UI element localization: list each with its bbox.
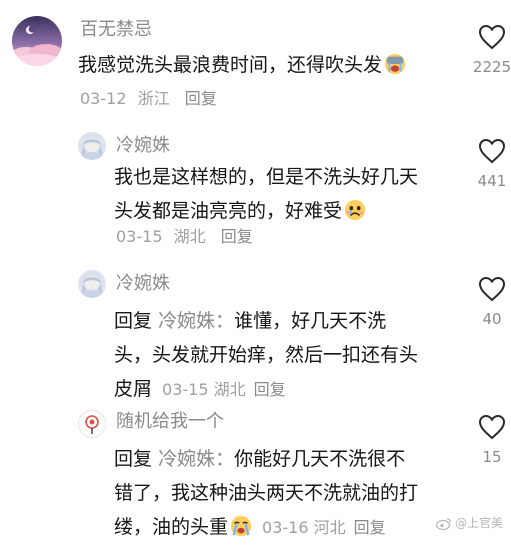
reply-item: 冷婉姝 我也是这样想的，但是不洗头好几天 头发都是油亮亮的，好难受 03-15 … [0, 120, 511, 260]
crying-emoji-icon [230, 515, 252, 537]
like-count: 2225 [472, 58, 511, 76]
mention[interactable]: 冷婉姝： [158, 448, 234, 470]
comment-date: 03-15 [162, 380, 209, 399]
comment-item: 百无禁忌 我感觉洗头最浪费时间，还得吹头发 03-12 浙江 回复 2225 [0, 0, 511, 120]
heart-icon [478, 138, 506, 164]
comment-text: 我感觉洗头最浪费时间，还得吹头发 [78, 48, 406, 82]
comment-line: 我也是这样想的，但是不洗头好几天 [114, 166, 419, 188]
reply-prefix: 回复 [114, 310, 153, 332]
comment-date: 03-16 [262, 518, 309, 537]
comment-location: 河北 [313, 518, 346, 537]
mention[interactable]: 冷婉姝： [158, 310, 234, 332]
like-button[interactable]: 15 [466, 414, 511, 466]
like-count: 15 [482, 448, 502, 466]
username[interactable]: 百无禁忌 [80, 18, 152, 42]
reply-button[interactable]: 回复 [221, 227, 253, 246]
avatar[interactable] [78, 410, 106, 438]
heart-icon [478, 414, 506, 440]
reply-button[interactable]: 回复 [254, 380, 286, 399]
comment-location: 浙江 [137, 89, 170, 108]
comment-line: 缕，油的头重 [114, 516, 229, 538]
comment-line: 谁懂，好几天不洗 [234, 310, 387, 332]
reply-item: 随机给我一个 回复 冷婉姝：你能好几天不洗很不 错了，我这种油头两天不洗就油的打… [0, 400, 511, 538]
like-button[interactable]: 40 [466, 276, 511, 328]
like-count: 40 [482, 310, 502, 328]
comment-date: 03-12 [80, 89, 127, 108]
comment-text: 回复 冷婉姝：谁懂，好几天不洗 头，头发就开始痒，然后一扣还有头 皮屑 03-15… [114, 304, 418, 407]
comment-line: 你能好几天不洗很不 [234, 448, 406, 470]
comment-line: 头，头发就开始痒，然后一扣还有头 [114, 344, 419, 366]
username[interactable]: 随机给我一个 [116, 410, 224, 434]
crying-emoji-icon [384, 53, 406, 75]
comment-text: 回复 冷婉姝：你能好几天不洗很不 错了，我这种油头两天不洗就油的打 缕，油的头重… [114, 442, 418, 545]
comment-meta: 03-15 湖北 回复 [116, 226, 253, 248]
like-button[interactable]: 441 [466, 138, 511, 190]
comment-text: 我也是这样想的，但是不洗头好几天 头发都是油亮亮的，好难受 [114, 160, 418, 228]
comment-date: 03-15 [116, 227, 163, 246]
avatar[interactable] [78, 132, 106, 160]
reply-prefix: 回复 [114, 448, 153, 470]
comment-location: 湖北 [173, 227, 206, 246]
comment-line: 皮屑 [114, 378, 153, 400]
reply-item: 冷婉姝 回复 冷婉姝：谁懂，好几天不洗 头，头发就开始痒，然后一扣还有头 皮屑 0… [0, 260, 511, 400]
reply-button[interactable]: 回复 [354, 518, 386, 537]
heart-icon [478, 276, 506, 302]
weibo-logo-icon [435, 518, 452, 530]
comment-location: 湖北 [213, 380, 246, 399]
avatar[interactable] [12, 16, 62, 66]
comment-line: 头发都是油亮亮的，好难受 [114, 200, 343, 222]
sad-emoji-icon [344, 199, 366, 221]
username[interactable]: 冷婉姝 [116, 134, 170, 158]
username[interactable]: 冷婉姝 [116, 272, 170, 296]
comment-line: 错了，我这种油头两天不洗就油的打 [114, 482, 419, 504]
reply-button[interactable]: 回复 [185, 89, 217, 108]
like-count: 441 [477, 172, 507, 190]
comment-line: 我感觉洗头最浪费时间，还得吹头发 [78, 54, 383, 76]
heart-icon [478, 24, 506, 50]
avatar[interactable] [78, 270, 106, 298]
comment-meta: 03-12 浙江 回复 [80, 88, 217, 110]
like-button[interactable]: 2225 [466, 24, 511, 76]
watermark: @上官美 [435, 514, 503, 531]
watermark-text: @上官美 [454, 516, 503, 530]
